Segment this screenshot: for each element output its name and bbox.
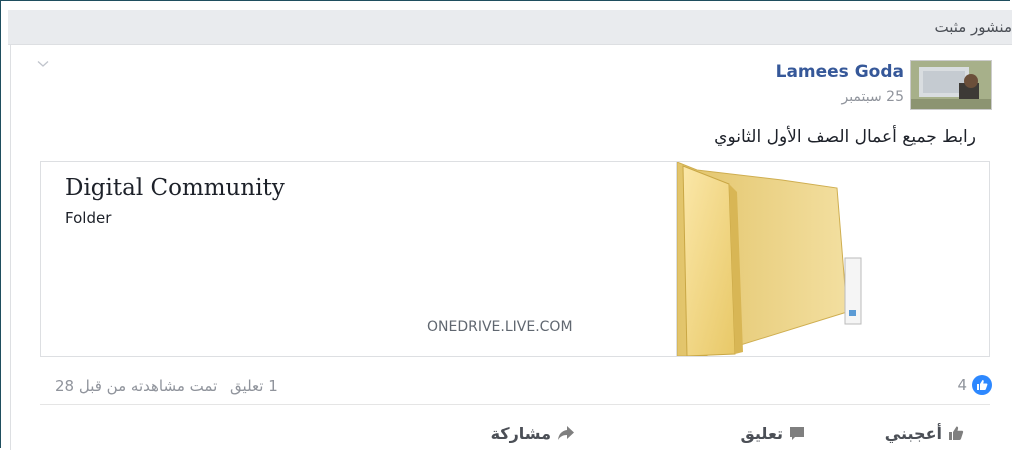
post-date[interactable]: 25 سبتمبر: [841, 89, 904, 105]
pinned-post-header: منشور مثبت: [8, 10, 1012, 45]
thumbs-up-icon: [949, 426, 964, 440]
reactions-summary[interactable]: 4: [957, 375, 992, 395]
comment-icon: [790, 427, 804, 440]
chevron-down-icon[interactable]: [37, 58, 49, 70]
seen-by[interactable]: تمت مشاهدته من قبل 28: [55, 377, 217, 395]
like-icon: [972, 375, 992, 395]
avatar[interactable]: [910, 60, 992, 110]
divider: [40, 404, 990, 405]
like-label: أعجبني: [884, 423, 942, 443]
post-text: رابط جميع أعمال الصف الأول الثانوي: [714, 127, 976, 147]
folder-icon: [676, 161, 862, 357]
comment-count[interactable]: 1 تعليق: [230, 377, 278, 395]
like-count[interactable]: 4: [957, 376, 967, 394]
share-arrow-icon: [558, 426, 574, 440]
comment-label: تعليق: [740, 423, 783, 443]
comment-button[interactable]: تعليق: [740, 421, 805, 445]
author-name[interactable]: Lamees Goda: [776, 62, 904, 82]
link-title[interactable]: Digital Community: [65, 175, 285, 201]
like-button[interactable]: أعجبني: [885, 421, 964, 445]
link-preview[interactable]: Digital Community Folder ONEDRIVE.LIVE.C…: [40, 161, 990, 357]
link-subtitle: Folder: [65, 209, 112, 227]
link-image[interactable]: [676, 161, 989, 357]
post-stats: 1 تعليق تمت مشاهدته من قبل 28: [47, 377, 278, 395]
share-button[interactable]: مشاركة: [491, 421, 575, 445]
pinned-post-title: منشور مثبت: [934, 18, 1012, 36]
share-label: مشاركة: [490, 423, 551, 443]
link-domain: ONEDRIVE.LIVE.COM: [427, 319, 573, 335]
